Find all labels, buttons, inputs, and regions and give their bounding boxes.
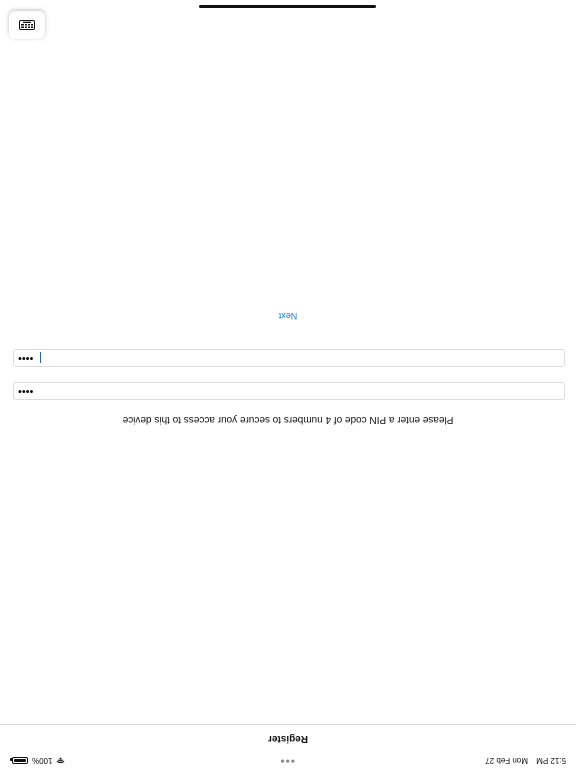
status-date: Mon Feb 27 <box>485 756 528 765</box>
pin-confirm-input[interactable]: •••• <box>13 349 565 367</box>
status-time-date: 5:12 PM Mon Feb 27 <box>479 756 566 765</box>
wifi-icon <box>56 757 65 764</box>
status-time: 5:12 PM <box>536 756 566 765</box>
next-button[interactable]: Next <box>0 310 576 322</box>
status-right: 100% <box>12 756 65 765</box>
battery-percent: 100% <box>32 756 53 765</box>
navigation-bar: Register <box>0 724 576 750</box>
multitasking-dots[interactable]: ••• <box>279 754 295 768</box>
pin-input[interactable]: •••• <box>13 382 565 400</box>
battery-icon <box>12 757 28 764</box>
keyboard-icon <box>19 20 35 30</box>
pin-confirm-value: •••• <box>18 352 34 364</box>
keyboard-toggle-button[interactable] <box>9 11 45 39</box>
pin-instruction: Please enter a PIN code of 4 numbers to … <box>122 414 454 425</box>
text-cursor <box>40 352 41 363</box>
app-screen: 5:12 PM Mon Feb 27 ••• 100% Register Ple… <box>0 0 576 768</box>
home-indicator[interactable] <box>199 5 376 8</box>
page-title: Register <box>268 733 309 744</box>
status-bar: 5:12 PM Mon Feb 27 ••• 100% <box>0 750 576 768</box>
pin-input-value: •••• <box>18 385 34 397</box>
